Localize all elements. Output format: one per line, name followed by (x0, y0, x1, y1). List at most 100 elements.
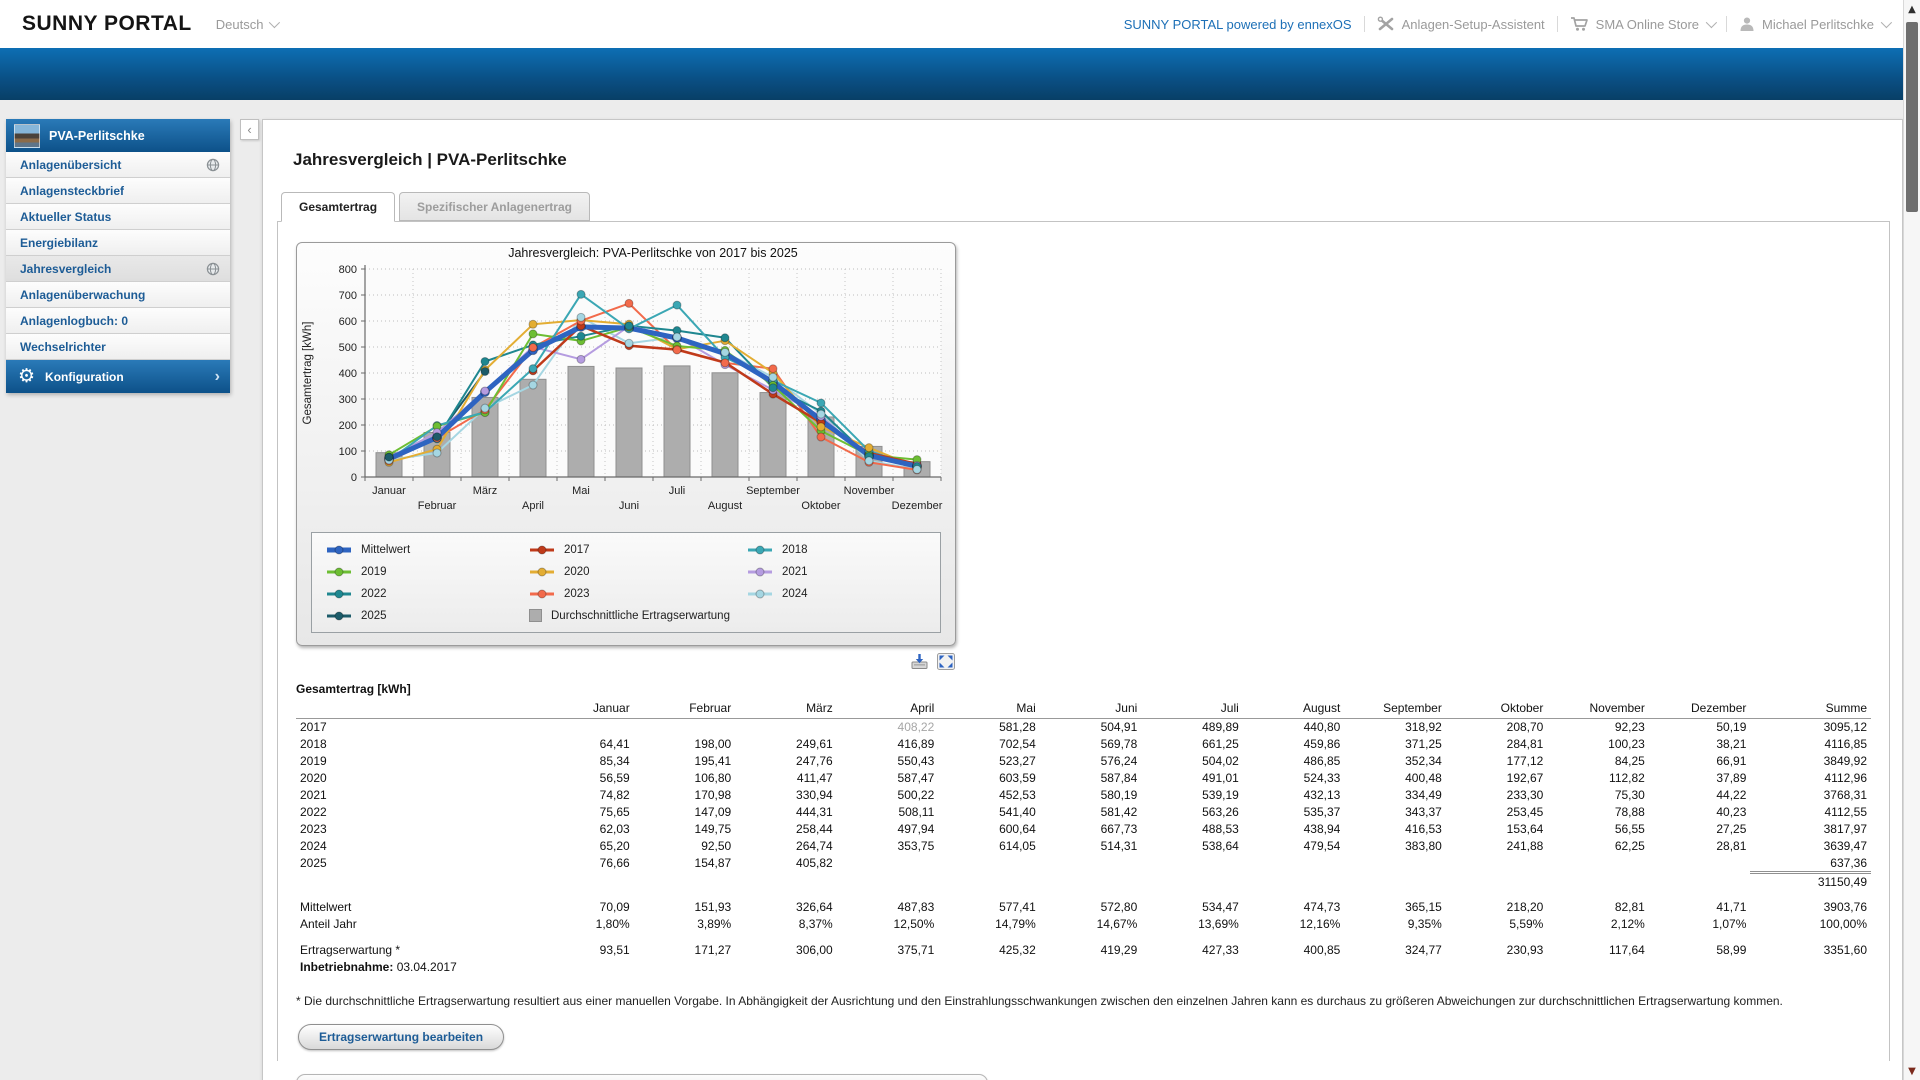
table-cell: 40,23 (1649, 804, 1751, 821)
sidebar-item-konfiguration[interactable]: ⚙ Konfiguration › (6, 360, 230, 393)
powered-by-link[interactable]: SUNNY PORTAL powered by ennexOS (1124, 17, 1352, 32)
table-cell: 8,37% (735, 916, 837, 933)
sunny-portal-logo[interactable]: SUNNY PORTAL (22, 12, 192, 36)
spacer (296, 933, 1871, 942)
table-cell (1547, 872, 1649, 890)
table-cell: 500,22 (837, 787, 939, 804)
sidebar-item-aktueller-status[interactable]: Aktueller Status (6, 204, 230, 230)
tab-bar: Gesamtertrag Spezifischer Anlagenertrag (281, 192, 1902, 221)
svg-text:Juli: Juli (669, 485, 686, 497)
sidebar-item-anlagensteckbrief[interactable]: Anlagensteckbrief (6, 178, 230, 204)
table-cell: 12,16% (1243, 916, 1345, 933)
data-point (577, 332, 585, 340)
setup-assistant-label: Anlagen-Setup-Assistent (1402, 17, 1545, 32)
user-menu[interactable]: Michael Perlitschke (1739, 16, 1889, 32)
column-header: November (1547, 699, 1649, 719)
table-cell: 563,26 (1141, 804, 1243, 821)
table-cell: 151,93 (634, 899, 736, 916)
table-cell: 153,64 (1446, 821, 1548, 838)
language-selector[interactable]: Deutsch (216, 17, 278, 32)
scroll-up-icon[interactable]: ▲ (1904, 4, 1920, 15)
export-icon[interactable] (909, 652, 929, 670)
scrollbar-thumb[interactable] (1906, 22, 1918, 212)
column-header: Mai (938, 699, 1040, 719)
table-cell: 44,22 (1649, 787, 1751, 804)
page-title: Jahresvergleich | PVA-Perlitschke (293, 150, 1902, 170)
table-cell: 581,28 (938, 719, 1040, 736)
row-label: 2022 (296, 804, 532, 821)
table-cell: 432,13 (1243, 787, 1345, 804)
table-cell: 253,45 (1446, 804, 1548, 821)
commissioning-row: Inbetriebnahme: 03.04.2017 (296, 959, 1871, 976)
scroll-down-icon[interactable]: ▼ (1904, 1066, 1920, 1077)
year-row-2023: 202362,03149,75258,44497,94600,64667,734… (296, 821, 1871, 838)
config-accordion[interactable]: ▸ ⚙ Konfiguration - Jahresvergleich (296, 1074, 988, 1080)
table-cell: 106,80 (634, 770, 736, 787)
legend-item-2023: 2023 (529, 584, 747, 603)
data-point (817, 399, 825, 407)
table-cell: 3817,97 (1750, 821, 1871, 838)
table-cell: 56,55 (1547, 821, 1649, 838)
table-cell: 479,54 (1243, 838, 1345, 855)
table-cell: 198,00 (634, 736, 736, 753)
vertical-scrollbar[interactable]: ▲ ▼ (1903, 0, 1920, 1080)
spacer (296, 890, 1871, 899)
user-label: Michael Perlitschke (1762, 17, 1874, 32)
table-cell: 31150,49 (1750, 872, 1871, 890)
row-label: Ertragserwartung * (296, 942, 532, 959)
table-cell: 514,31 (1040, 838, 1142, 855)
bar-september (760, 393, 786, 477)
svg-text:August: August (708, 500, 742, 512)
store-link[interactable]: SMA Online Store (1570, 16, 1714, 32)
data-point (577, 355, 585, 363)
table-cell: 117,64 (1547, 942, 1649, 959)
divider (1557, 16, 1558, 32)
table-cell: 37,89 (1649, 770, 1751, 787)
table-cell: 600,64 (938, 821, 1040, 838)
gear-icon: ⚙ (18, 367, 35, 386)
table-cell: 84,25 (1547, 753, 1649, 770)
table-cell: 576,24 (1040, 753, 1142, 770)
tab-spezifischer-anlagenertrag[interactable]: Spezifischer Anlagenertrag (399, 192, 590, 221)
chart-title: Jahresvergleich: PVA-Perlitschke von 201… (508, 246, 798, 260)
table-cell: 508,11 (837, 804, 939, 821)
table-cell: 85,34 (532, 753, 634, 770)
column-header: Dezember (1649, 699, 1751, 719)
legend-marker (747, 544, 773, 556)
sidebar-item-label: Aktueller Status (20, 210, 111, 224)
svg-text:600: 600 (339, 316, 357, 328)
table-cell: 13,69% (1141, 916, 1243, 933)
data-point (721, 348, 729, 356)
sidebar-item-label: Anlagenübersicht (20, 158, 121, 172)
table-cell: 28,81 (1649, 838, 1751, 855)
tab-gesamtertrag[interactable]: Gesamtertrag (281, 192, 395, 222)
row-label: 2023 (296, 821, 532, 838)
row-label: 2024 (296, 838, 532, 855)
legend-label: 2025 (361, 610, 387, 622)
fullscreen-icon[interactable] (936, 652, 956, 670)
edit-expectation-button[interactable]: Ertragserwartung bearbeiten (298, 1024, 504, 1050)
legend-marker (326, 588, 352, 600)
table-cell (634, 719, 736, 736)
table-cell: 82,81 (1547, 899, 1649, 916)
sidebar-item-anlagenlogbuch-0[interactable]: Anlagenlogbuch: 0 (6, 308, 230, 334)
collapse-panel-button[interactable]: ‹ (240, 119, 259, 140)
table-cell: 523,27 (938, 753, 1040, 770)
sidebar-item-anlagen-berwachung[interactable]: Anlagenüberwachung (6, 282, 230, 308)
expectation-row: Ertragserwartung *93,51171,27306,00375,7… (296, 942, 1871, 959)
setup-assistant-link[interactable]: Anlagen-Setup-Assistent (1377, 16, 1545, 32)
table-cell (532, 872, 634, 890)
bar-juli (664, 366, 690, 477)
sidebar-item-anlagen-bersicht[interactable]: Anlagenübersicht (6, 152, 230, 178)
sidebar-item-energiebilanz[interactable]: Energiebilanz (6, 230, 230, 256)
sidebar-item-wechselrichter[interactable]: Wechselrichter (6, 334, 230, 360)
legend-marker (326, 610, 352, 622)
svg-text:300: 300 (339, 394, 357, 406)
legend-item-2019: 2019 (326, 562, 529, 581)
banner (0, 48, 1903, 100)
legend-label: 2023 (564, 588, 590, 600)
sidebar-item-jahresvergleich[interactable]: Jahresvergleich (6, 256, 230, 282)
table-cell: 75,30 (1547, 787, 1649, 804)
plant-header[interactable]: PVA-Perlitschke (6, 119, 230, 152)
table-cell: 100,23 (1547, 736, 1649, 753)
